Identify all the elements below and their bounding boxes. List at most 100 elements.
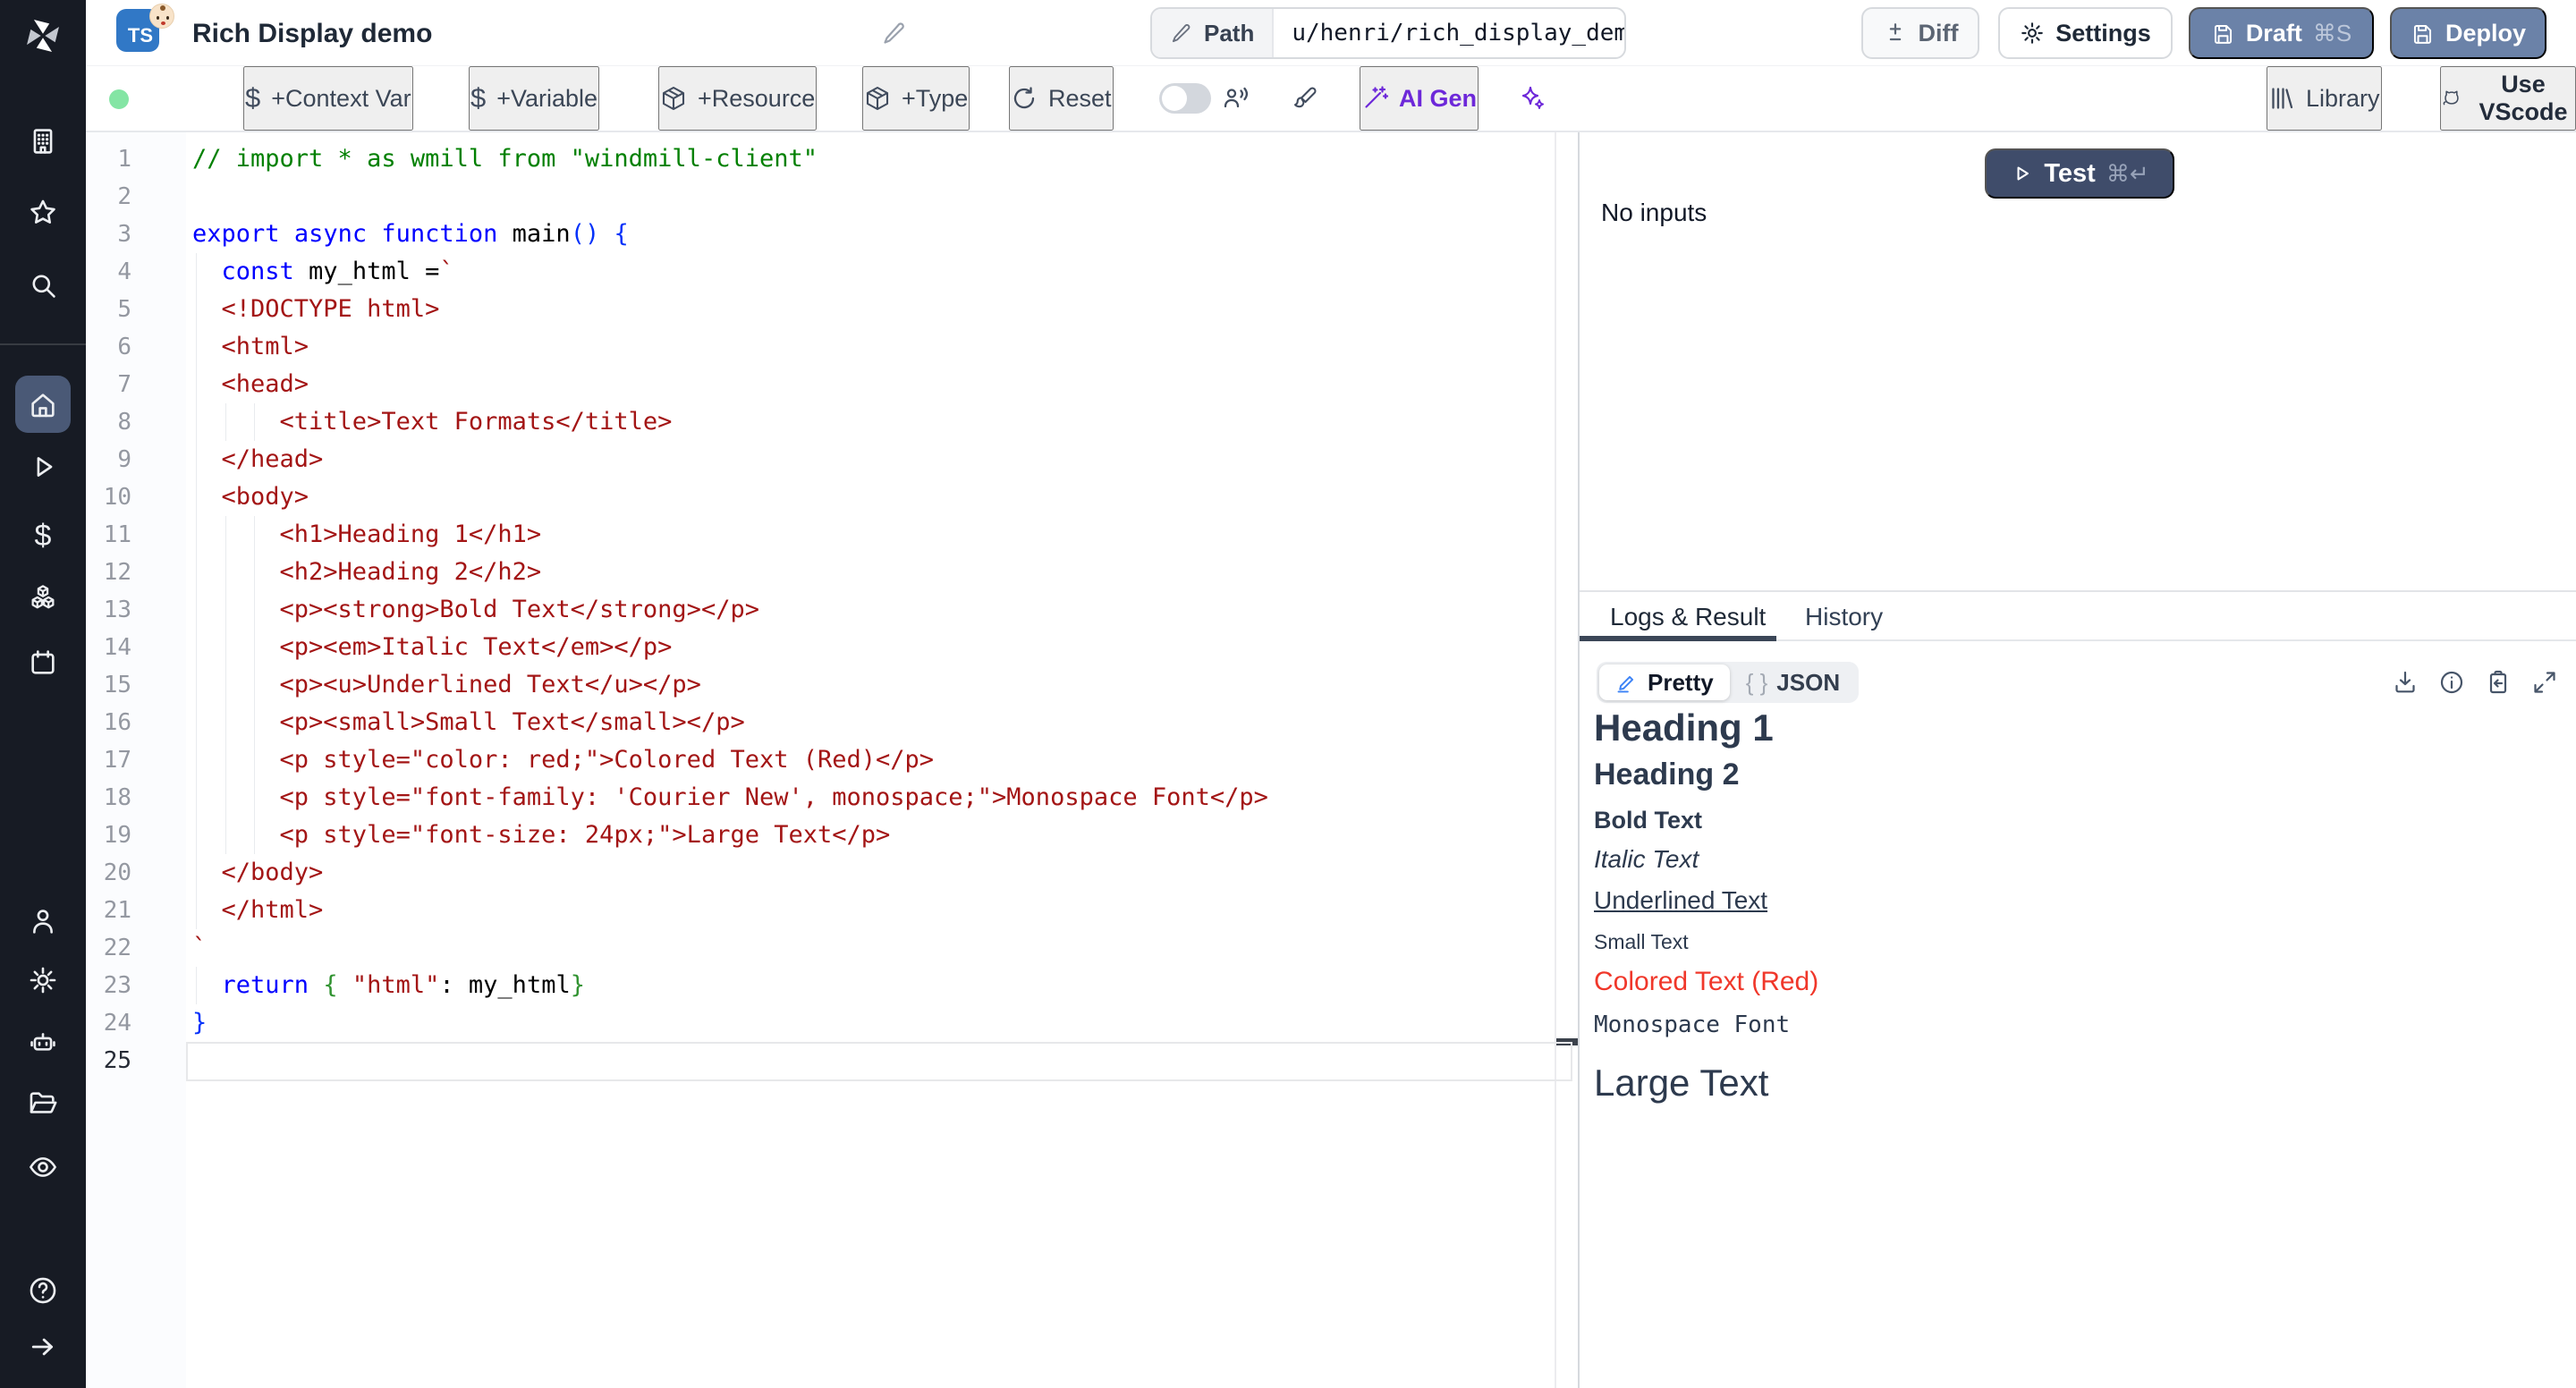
panel-split-line[interactable] — [1580, 590, 2576, 592]
code-line[interactable] — [86, 1042, 1555, 1079]
windmill-logo-icon[interactable] — [22, 15, 64, 56]
code-token: ` — [192, 934, 207, 961]
splitter-handle[interactable] — [1578, 132, 1580, 1388]
draft-button[interactable]: Draft ⌘S — [2189, 7, 2374, 59]
no-inputs-text: No inputs — [1601, 199, 1707, 227]
workspace-building-icon[interactable] — [28, 126, 58, 157]
path-value[interactable]: u/henri/rich_display_demo — [1274, 9, 1626, 57]
refresh-icon — [1011, 85, 1038, 112]
sidebar-item-workers-robot-icon[interactable] — [28, 1028, 58, 1058]
sidebar-item-settings-gear-icon[interactable] — [28, 965, 58, 995]
code-line[interactable]: <p><u>Underlined Text</u></p> — [86, 666, 1555, 704]
edit-title-pencil-icon[interactable] — [881, 20, 908, 47]
code-line[interactable]: return { "html": my_html} — [86, 967, 1555, 1004]
rendered-underline: Underlined Text — [1594, 885, 2558, 916]
library-button[interactable]: Library — [2267, 66, 2382, 131]
favorites-star-icon[interactable] — [28, 198, 58, 228]
add-type-button[interactable]: +Type — [862, 66, 970, 131]
code-line[interactable]: </html> — [86, 892, 1555, 929]
code-token: { — [614, 220, 628, 248]
deploy-button[interactable]: Deploy — [2390, 7, 2546, 59]
format-brush-icon[interactable] — [1292, 66, 1318, 131]
sparkles-icon[interactable] — [1519, 66, 1546, 131]
copy-to-clipboard-icon[interactable] — [2485, 669, 2512, 696]
sidebar-item-runs-icon[interactable] — [28, 452, 58, 482]
code-line[interactable]: </body> — [86, 854, 1555, 892]
braces-icon: { } — [1746, 669, 1768, 697]
code-line[interactable]: const my_html =` — [86, 253, 1555, 291]
code-line[interactable]: // import * as wmill from "windmill-clie… — [86, 140, 1555, 178]
code-lines[interactable]: // import * as wmill from "windmill-clie… — [86, 140, 1555, 1079]
draft-shortcut: ⌘S — [2313, 20, 2351, 47]
code-line[interactable]: <p style="color: red;">Colored Text (Red… — [86, 741, 1555, 779]
indent-guide — [225, 741, 226, 779]
sidebar-item-home-icon[interactable] — [28, 390, 58, 420]
code-line[interactable]: } — [86, 1004, 1555, 1042]
code-line[interactable]: <title>Text Formats</title> — [86, 403, 1555, 441]
code-line[interactable] — [86, 178, 1555, 216]
code-line[interactable]: <p><strong>Bold Text</strong></p> — [86, 591, 1555, 629]
maximize-icon[interactable] — [2531, 669, 2558, 696]
draft-label: Draft — [2246, 20, 2302, 47]
active-tab-underline — [1580, 636, 1776, 641]
expand-sidebar-arrow-icon[interactable] — [28, 1332, 58, 1362]
code-line[interactable]: <p><em>Italic Text</em></p> — [86, 629, 1555, 666]
view-pretty-button[interactable]: Pretty — [1599, 664, 1730, 700]
search-icon[interactable] — [28, 270, 58, 300]
indent-guide — [196, 779, 197, 817]
code-token: main — [497, 220, 570, 248]
sidebar-item-users-icon[interactable] — [28, 907, 58, 937]
settings-button[interactable]: Settings — [1998, 7, 2173, 59]
sidebar-item-folders-icon[interactable] — [28, 1088, 58, 1119]
code-token: <h1>Heading 1</h1> — [192, 520, 541, 548]
diff-button[interactable]: Diff — [1861, 7, 1979, 59]
sidebar-item-variables-icon[interactable]: $ — [28, 520, 58, 551]
code-token: </html> — [192, 896, 323, 924]
gear-icon — [2020, 21, 2045, 46]
code-line[interactable]: export async function main() { — [86, 216, 1555, 253]
download-icon[interactable] — [2392, 669, 2419, 696]
use-vscode-button[interactable]: Use VScode — [2440, 66, 2576, 131]
code-line[interactable]: <head> — [86, 366, 1555, 403]
code-token: <p><strong>Bold Text</strong></p> — [192, 596, 759, 623]
indent-guide — [196, 741, 197, 779]
sidebar-item-audit-eye-icon[interactable] — [28, 1152, 58, 1182]
info-icon[interactable] — [2438, 669, 2465, 696]
code-line[interactable]: </head> — [86, 441, 1555, 478]
multiplayer-toggle[interactable] — [1159, 66, 1211, 131]
ai-gen-button[interactable]: AI Gen — [1360, 66, 1479, 131]
path-label: Path — [1152, 9, 1274, 57]
code-line[interactable]: <p><small>Small Text</small></p> — [86, 704, 1555, 741]
play-icon — [2010, 162, 2033, 185]
help-icon[interactable] — [28, 1275, 58, 1306]
code-editor[interactable]: 1234567891011121314151617181920212223242… — [86, 132, 1555, 1388]
toggle-track[interactable] — [1159, 83, 1211, 114]
multiplayer-users-icon[interactable] — [1222, 66, 1249, 131]
add-variable-button[interactable]: $ +Variable — [469, 66, 599, 131]
highlighter-icon — [1615, 671, 1639, 694]
code-line[interactable]: <body> — [86, 478, 1555, 516]
code-line[interactable]: <p style="font-size: 24px;">Large Text</… — [86, 817, 1555, 854]
dollar-icon: $ — [470, 82, 486, 114]
code-line[interactable]: <h1>Heading 1</h1> — [86, 516, 1555, 554]
indent-guide — [254, 779, 255, 817]
sidebar-item-schedules-icon[interactable] — [28, 647, 58, 678]
tab-logs-result[interactable]: Logs & Result — [1610, 603, 1766, 637]
indent-guide — [254, 591, 255, 629]
code-line[interactable]: <!DOCTYPE html> — [86, 291, 1555, 328]
sidebar-item-resources-icon[interactable] — [28, 583, 58, 614]
add-context-var-button[interactable]: $ +Context Var — [243, 66, 413, 131]
view-json-button[interactable]: { } JSON — [1730, 664, 1856, 700]
code-line[interactable]: <html> — [86, 328, 1555, 366]
reset-button[interactable]: Reset — [1009, 66, 1114, 131]
add-resource-button[interactable]: +Resource — [658, 66, 817, 131]
path-field[interactable]: Path u/henri/rich_display_demo — [1150, 7, 1626, 59]
overview-ruler[interactable] — [1555, 132, 1578, 1388]
code-line[interactable]: ` — [86, 929, 1555, 967]
test-button[interactable]: Test ⌘↵ — [1985, 148, 2174, 199]
header: TS Rich Display demo Path u/henri/rich_d… — [86, 0, 2576, 66]
code-line[interactable]: <p style="font-family: 'Courier New', mo… — [86, 779, 1555, 817]
library-icon — [2268, 85, 2295, 112]
tab-history[interactable]: History — [1805, 603, 1883, 637]
code-line[interactable]: <h2>Heading 2</h2> — [86, 554, 1555, 591]
